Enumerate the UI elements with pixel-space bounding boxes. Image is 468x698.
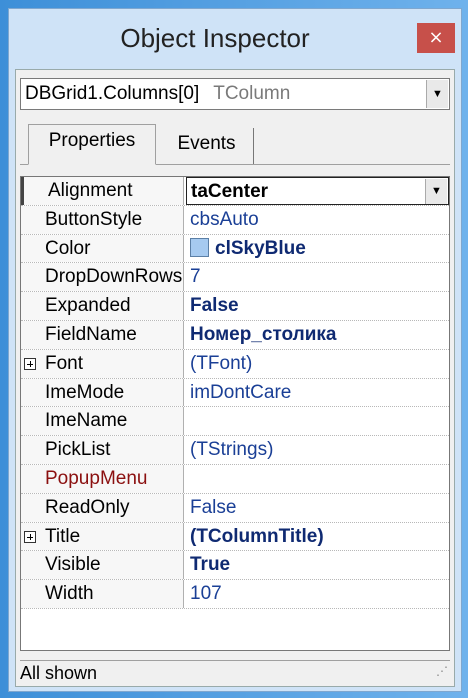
property-value-text: 7 [190, 266, 201, 288]
tab-bar: Properties Events [20, 120, 450, 165]
component-type: TColumn [213, 83, 291, 104]
property-value-text: (TStrings) [190, 439, 274, 461]
property-name[interactable]: Width [21, 580, 184, 608]
object-inspector-window: Object Inspector × DBGrid1.Columns[0] TCo… [8, 8, 462, 692]
property-name-label: Alignment [48, 180, 133, 201]
expand-plus-icon[interactable] [24, 357, 36, 370]
property-name-label: PickList [45, 439, 111, 461]
property-name[interactable]: Title [21, 522, 184, 551]
property-value-text: (TColumnTitle) [190, 525, 324, 547]
expand-plus-icon[interactable] [24, 530, 36, 543]
property-value[interactable]: False [186, 494, 449, 522]
property-value[interactable]: (TFont) [186, 350, 449, 378]
property-name-label: ButtonStyle [45, 208, 143, 230]
property-row-expanded[interactable]: Expanded False [21, 292, 449, 321]
property-value-text: imDontCare [190, 381, 292, 403]
property-name-label: ReadOnly [45, 496, 130, 518]
property-row-visible[interactable]: Visible True [21, 551, 449, 581]
property-value[interactable]: (TColumnTitle) [186, 523, 449, 551]
tab-events[interactable]: Events [160, 128, 254, 164]
component-selector-dropdown-button[interactable]: ▼ [426, 80, 448, 108]
property-row-width[interactable]: Width 107 [21, 580, 449, 609]
property-row-buttonstyle[interactable]: ButtonStyle cbsAuto [21, 205, 449, 235]
property-value-text: Номер_столика [190, 324, 337, 345]
property-value-text: clSkyBlue [215, 237, 306, 259]
property-name-label: ImeName [45, 410, 128, 432]
property-name-label: DropDownRows [45, 266, 183, 288]
status-bar: All shown ⋰ [20, 660, 450, 685]
property-value[interactable]: imDontCare [186, 379, 449, 407]
property-value-text: (TFont) [190, 352, 253, 374]
property-value-text: False [190, 496, 237, 518]
property-value[interactable]: 107 [186, 580, 449, 608]
window-title: Object Inspector [120, 23, 310, 53]
property-value[interactable]: True [186, 551, 449, 579]
property-row-title[interactable]: Title (TColumnTitle) [21, 522, 449, 552]
property-name[interactable]: PopupMenu [21, 465, 184, 493]
property-value[interactable]: Номер_столика [186, 321, 449, 349]
property-name-label: Visible [45, 554, 101, 576]
property-row-dropdownrows[interactable]: DropDownRows 7 [21, 263, 449, 293]
property-row-font[interactable]: Font (TFont) [21, 349, 449, 379]
property-row-color[interactable]: Color clSkyBlue [21, 234, 449, 264]
property-row-popupmenu[interactable]: PopupMenu [21, 465, 449, 494]
property-name-label: FieldName [45, 324, 137, 345]
property-name[interactable]: ButtonStyle [21, 205, 184, 234]
inspector-body: DBGrid1.Columns[0] TColumn ▼ Properties E… [15, 69, 455, 687]
property-value[interactable]: False [186, 292, 449, 320]
close-button[interactable]: × [417, 23, 455, 53]
color-swatch [190, 237, 209, 257]
property-name-label: Title [45, 525, 81, 547]
property-value[interactable]: cbsAuto [186, 206, 449, 234]
property-value-text: True [190, 554, 231, 576]
component-selector[interactable]: DBGrid1.Columns[0] TColumn ▼ [20, 78, 450, 110]
property-name[interactable]: Expanded [21, 292, 184, 320]
property-row-imename[interactable]: ImeName [21, 407, 449, 437]
property-name[interactable]: Visible [21, 551, 184, 580]
property-value-text: 107 [190, 583, 222, 605]
component-selector-value: DBGrid1.Columns[0] TColumn [25, 79, 290, 109]
property-name-label: PopupMenu [45, 468, 148, 489]
property-value[interactable]: clSkyBlue [186, 235, 449, 263]
property-name-label: Width [45, 583, 94, 605]
resize-grip-icon[interactable]: ⋰ [436, 659, 448, 683]
property-name-label: Font [45, 352, 84, 374]
tab-properties[interactable]: Properties [28, 124, 156, 165]
property-name[interactable]: FieldName [21, 321, 184, 349]
property-name[interactable]: PickList [21, 436, 184, 464]
property-name[interactable]: ReadOnly [21, 493, 184, 522]
chevron-down-icon: ▼ [432, 88, 443, 100]
property-value-text: taCenter [191, 181, 269, 202]
property-name-label: ImeMode [45, 381, 125, 403]
property-name[interactable]: ImeMode [21, 378, 184, 407]
property-value[interactable]: taCenter ▼ [186, 177, 449, 205]
property-name-label: Expanded [45, 295, 131, 317]
property-name[interactable]: DropDownRows [21, 263, 184, 292]
property-value[interactable] [186, 465, 449, 493]
property-grid: Alignment taCenter ▼ ButtonStyle cbsAuto Colo… [20, 176, 450, 651]
title-bar[interactable]: Object Inspector × [9, 9, 461, 69]
property-name-label: Color [45, 237, 91, 259]
property-value-text: cbsAuto [190, 208, 259, 230]
property-row-picklist[interactable]: PickList (TStrings) [21, 436, 449, 465]
value-dropdown-button[interactable]: ▼ [425, 179, 447, 204]
property-name[interactable]: Color [21, 234, 184, 263]
property-row-fieldname[interactable]: FieldName Номер_столика [21, 321, 449, 350]
property-row-readonly[interactable]: ReadOnly False [21, 493, 449, 523]
component-name: DBGrid1.Columns[0] [25, 83, 200, 104]
property-row-alignment[interactable]: Alignment taCenter ▼ [21, 177, 449, 206]
property-value[interactable]: 7 [186, 263, 449, 291]
property-row-imemode[interactable]: ImeMode imDontCare [21, 378, 449, 408]
property-name[interactable]: Font [21, 349, 184, 378]
property-name[interactable]: ImeName [21, 407, 184, 436]
chevron-down-icon: ▼ [431, 185, 442, 197]
property-value[interactable] [186, 407, 449, 435]
close-icon: × [428, 27, 444, 48]
status-text: All shown [20, 663, 98, 683]
property-value-text: False [190, 295, 239, 317]
property-value[interactable]: (TStrings) [186, 436, 449, 464]
property-name[interactable]: Alignment [21, 177, 184, 205]
